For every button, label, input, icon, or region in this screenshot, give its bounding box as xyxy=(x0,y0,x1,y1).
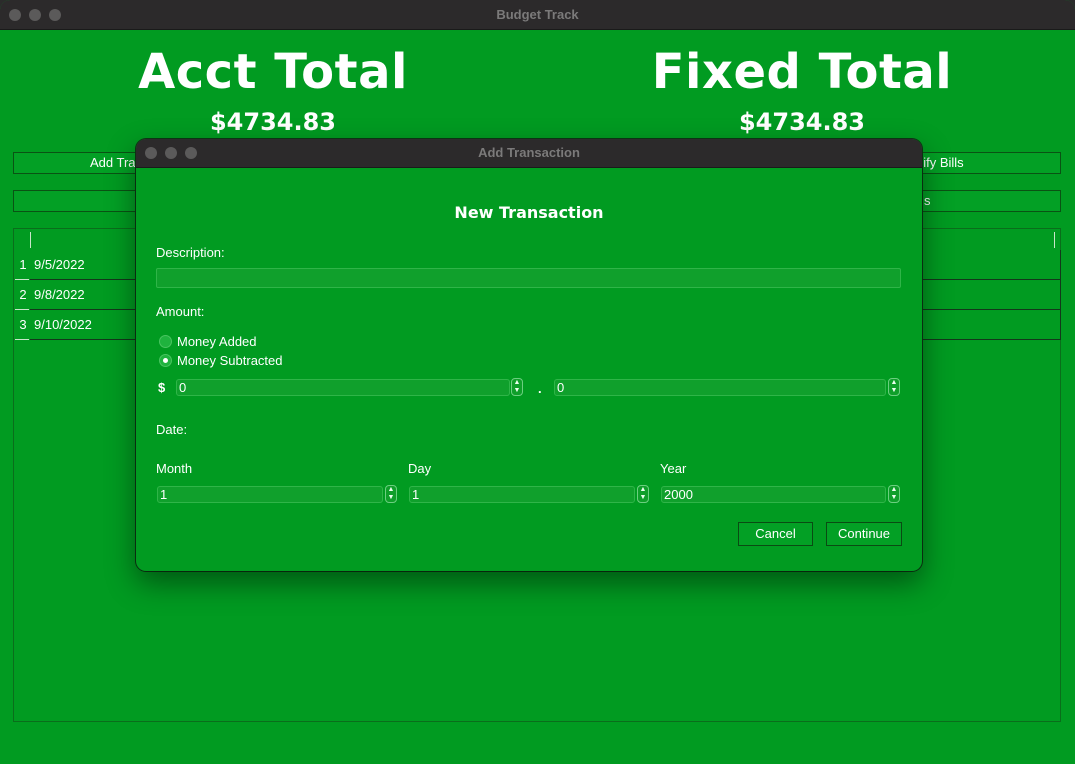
year-stepper-icon[interactable]: ▲ ▼ xyxy=(888,485,900,503)
row-divider xyxy=(15,339,29,340)
fixed-total-heading: Fixed Total xyxy=(651,44,953,100)
day-field[interactable]: 1 xyxy=(409,486,635,503)
description-field[interactable] xyxy=(156,268,901,288)
description-label: Description: xyxy=(156,245,225,260)
month-field[interactable]: 1 xyxy=(157,486,383,503)
table-header-divider xyxy=(30,232,31,248)
money-added-radio[interactable] xyxy=(159,335,172,348)
year-label: Year xyxy=(660,461,687,476)
money-subtracted-label[interactable]: Money Subtracted xyxy=(177,353,283,368)
cancel-button[interactable]: Cancel xyxy=(738,522,813,546)
add-transaction-dialog: Add Transaction New Transaction Descript… xyxy=(136,139,922,571)
cents-field[interactable]: 0 xyxy=(554,379,886,396)
dialog-titlebar: Add Transaction xyxy=(136,139,922,168)
acct-total-amount: $4734.83 xyxy=(209,108,336,136)
day-label: Day xyxy=(408,461,432,476)
row-number: 1 xyxy=(19,257,27,272)
year-field[interactable]: 2000 xyxy=(661,486,886,503)
dollars-stepper-icon[interactable]: ▲ ▼ xyxy=(511,378,523,396)
decimal-point: . xyxy=(538,381,542,396)
date-label: Date: xyxy=(156,422,188,437)
window-title: Budget Track xyxy=(496,7,579,22)
row-number: 2 xyxy=(19,287,27,302)
acct-total-heading: Acct Total xyxy=(138,44,408,100)
row-number: 3 xyxy=(19,317,27,332)
dialog-title: Add Transaction xyxy=(478,145,580,160)
currency-symbol: $ xyxy=(158,380,166,395)
money-added-label[interactable]: Money Added xyxy=(177,334,257,349)
continue-button[interactable]: Continue xyxy=(826,522,902,546)
amount-label: Amount: xyxy=(156,304,205,319)
dialog-heading: New Transaction xyxy=(454,203,604,222)
day-stepper-icon[interactable]: ▲ ▼ xyxy=(637,485,649,503)
month-label: Month xyxy=(156,461,193,476)
month-stepper-icon[interactable]: ▲ ▼ xyxy=(385,485,397,503)
money-subtracted-radio[interactable] xyxy=(159,354,172,367)
table-header-divider-right xyxy=(1054,232,1055,248)
cents-stepper-icon[interactable]: ▲ ▼ xyxy=(888,378,900,396)
main-titlebar: Budget Track xyxy=(0,0,1075,30)
dollars-field[interactable]: 0 xyxy=(176,379,510,396)
fixed-total-amount: $4734.83 xyxy=(738,108,865,136)
